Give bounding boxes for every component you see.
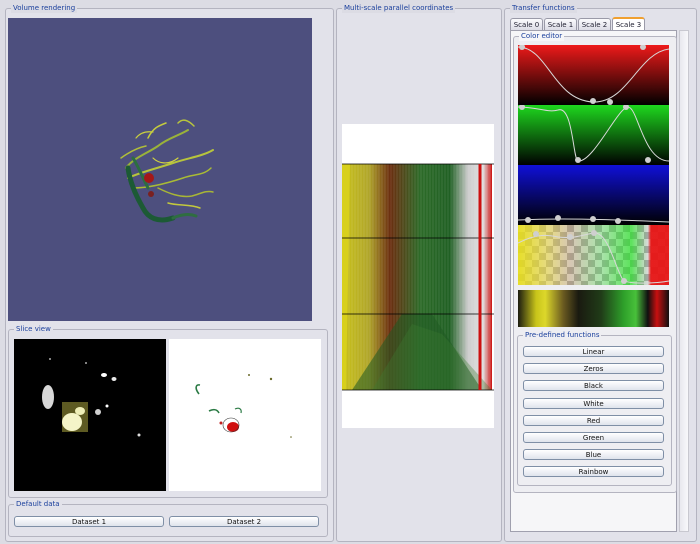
green-button[interactable]: Green	[523, 432, 664, 443]
green-curve	[517, 104, 670, 163]
dataset-1-button[interactable]: Dataset 1	[14, 516, 164, 527]
dataset-2-button[interactable]: Dataset 2	[169, 516, 319, 527]
alpha-channel-editor[interactable]	[517, 225, 670, 285]
red-channel-editor[interactable]	[517, 44, 670, 105]
red-curve	[517, 44, 670, 105]
slice-view-title: Slice view	[14, 325, 53, 334]
parallel-coordinates-plot[interactable]	[342, 124, 494, 428]
slice-view-grayscale[interactable]	[14, 339, 166, 491]
color-editor-title: Color editor	[519, 32, 565, 41]
blue-button[interactable]: Blue	[523, 449, 664, 460]
zeros-button[interactable]: Zeros	[523, 363, 664, 374]
tab-scale-1[interactable]: Scale 1	[544, 18, 577, 30]
tab-scale-2[interactable]: Scale 2	[578, 18, 611, 30]
predefined-functions-title: Pre-defined functions	[523, 331, 602, 340]
volume-rendering-title: Volume rendering	[11, 4, 78, 13]
tab-scale-3[interactable]: Scale 3	[612, 17, 645, 30]
alpha-curve	[517, 230, 670, 284]
default-data-title: Default data	[14, 500, 62, 509]
parallel-coordinates-chart	[342, 163, 494, 391]
green-channel-editor[interactable]	[517, 104, 670, 165]
red-button[interactable]: Red	[523, 415, 664, 426]
vertical-scrollbar[interactable]	[679, 30, 689, 532]
vessel-render	[120, 119, 214, 223]
slice-view-colored[interactable]	[169, 339, 321, 491]
tab-scale-0[interactable]: Scale 0	[510, 18, 543, 30]
white-button[interactable]: White	[523, 398, 664, 409]
transfer-functions-title: Transfer functions	[510, 4, 577, 13]
blue-curve	[517, 215, 670, 224]
parallel-coordinates-title: Multi-scale parallel coordinates	[342, 4, 456, 13]
volume-rendering-canvas[interactable]	[8, 18, 312, 321]
slice-colored-image	[195, 374, 292, 438]
blue-channel-editor[interactable]	[517, 165, 670, 225]
black-button[interactable]: Black	[523, 380, 664, 391]
linear-button[interactable]: Linear	[523, 346, 664, 357]
slice-grayscale-image	[42, 358, 141, 437]
rainbow-button[interactable]: Rainbow	[523, 466, 664, 477]
transfer-function-preview	[518, 290, 669, 327]
